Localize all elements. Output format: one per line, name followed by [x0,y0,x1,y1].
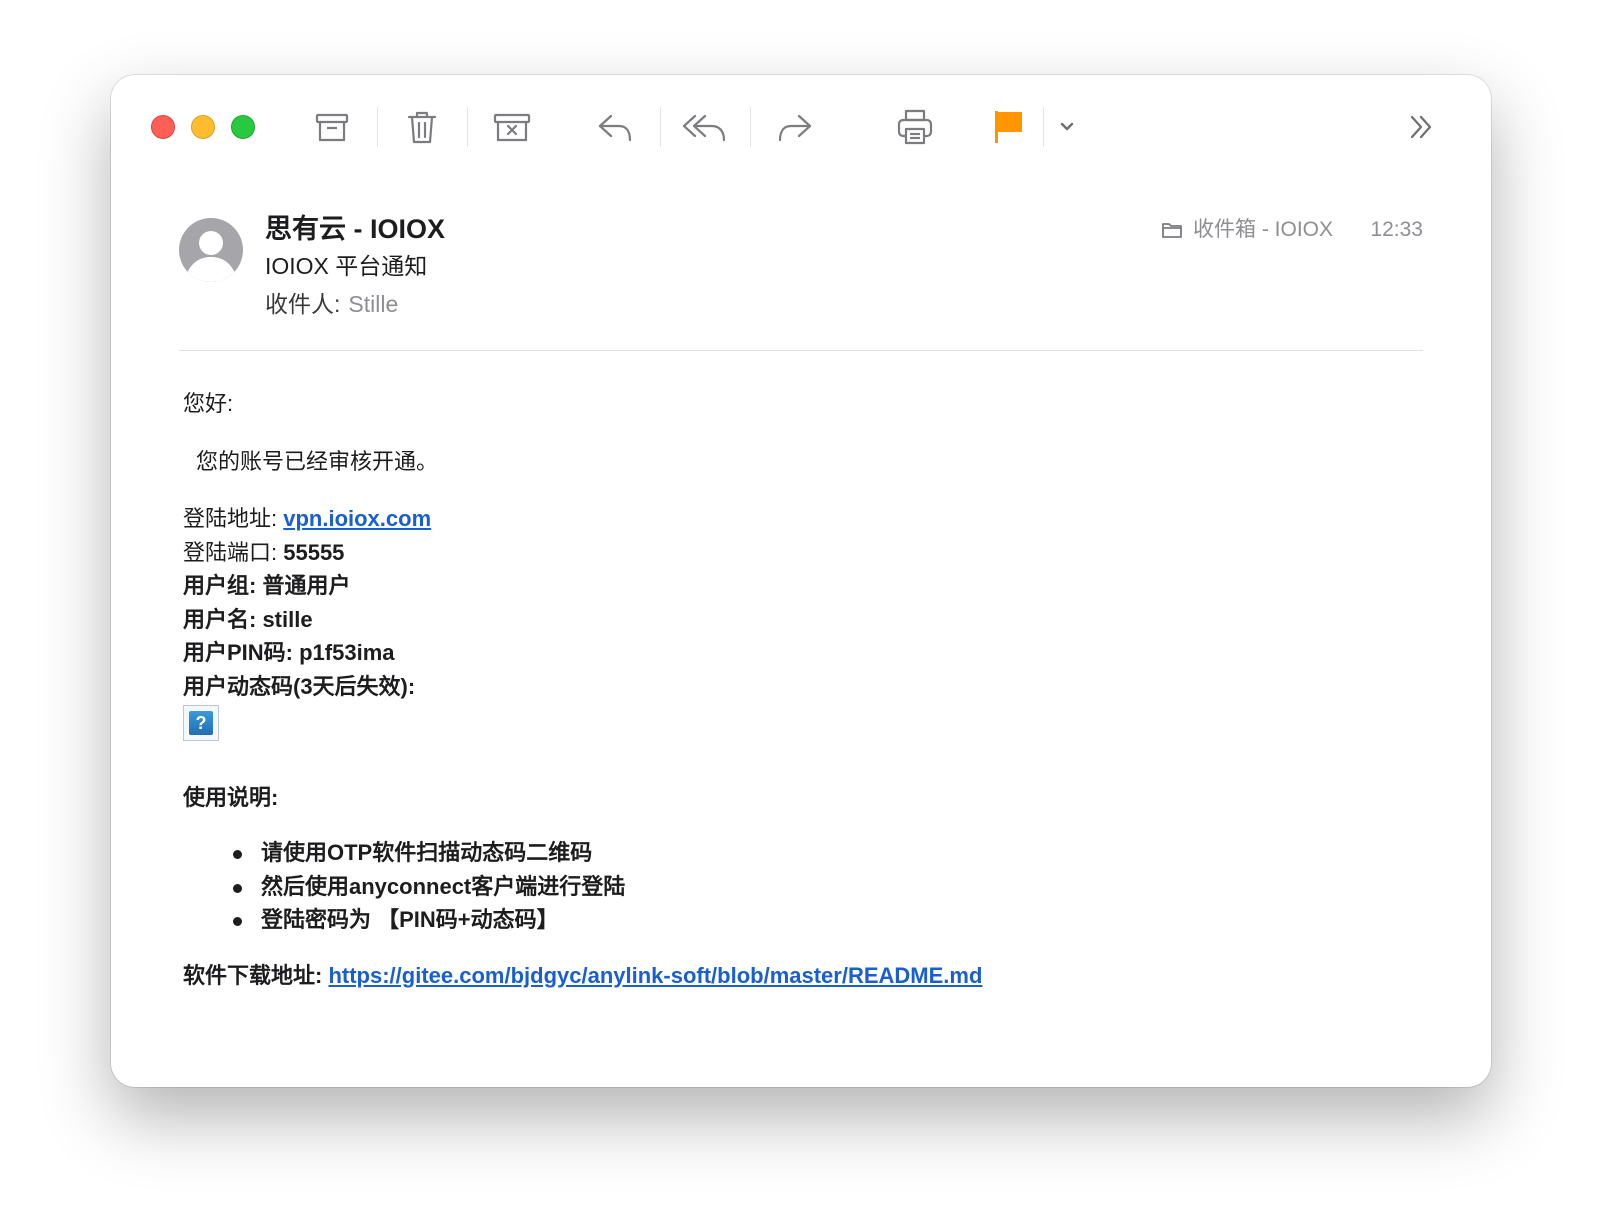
person-icon [187,231,235,282]
toolbar-separator [467,107,468,147]
list-item: 请使用OTP软件扫描动态码二维码 [233,836,1423,870]
toolbar-separator [660,107,661,147]
greeting: 您好: [183,391,234,416]
recipient-label: 收件人: [265,291,341,317]
login-address-label: 登陆地址: [183,506,284,531]
toolbar [111,75,1491,179]
login-port-value: 55555 [283,539,345,565]
otp-qr-line: ? [183,703,1423,751]
login-port-line: 登陆端口: 55555 [183,536,1423,570]
trash-icon [407,111,437,144]
sender-name[interactable]: 思有云 - IOIOX [265,211,445,247]
mail-window: 思有云 - IOIOX IOIOX 平台通知 收件人: Stille 收件箱 - … [111,75,1491,1087]
usage-title: 使用说明: [183,784,279,810]
received-time: 12:33 [1370,218,1423,241]
download-link[interactable]: https://gitee.com/bjdgyc/anylink-soft/bl… [328,963,982,988]
reply-all-icon [682,114,726,142]
user-pin-line: 用户PIN码: p1f53ima [183,640,395,665]
forward-icon [778,114,812,142]
list-item: 登陆密码为 【PIN码+动态码】 [233,903,1423,937]
otp-label: 用户动态码(3天后失效): [183,673,416,699]
download-label: 软件下载地址: [183,962,329,988]
list-item: 然后使用anyconnect客户端进行登陆 [233,870,1423,904]
close-window-button[interactable] [151,115,175,139]
maximize-window-button[interactable] [231,115,255,139]
mailbox-label: 收件箱 - IOIOX [1161,215,1333,245]
broken-image-glyph: ? [189,711,213,735]
minimize-window-button[interactable] [191,115,215,139]
broken-image-icon[interactable]: ? [183,705,219,741]
login-port-label: 登陆端口: [183,539,284,565]
toolbar-separator [750,107,751,147]
forward-button[interactable] [771,103,819,151]
toolbar-separator [1043,107,1044,147]
delete-button[interactable] [398,103,446,151]
message-body: 您好: 您的账号已经审核开通。 登陆地址: vpn.ioiox.com 登陆端口… [183,387,1423,992]
flag-icon [995,111,1022,143]
subject: IOIOX 平台通知 [265,253,428,279]
flag-menu-button[interactable] [1045,103,1089,151]
flag-button[interactable] [984,103,1032,151]
junk-button[interactable] [488,103,536,151]
reply-icon [598,114,632,142]
username-line: 用户名: stille [183,606,313,632]
recipient-row: 收件人: Stille [265,288,398,320]
download-line: 软件下载地址: https://gitee.com/bjdgyc/anylink… [183,959,1423,993]
reply-all-button[interactable] [681,103,729,151]
archive-button[interactable] [308,103,356,151]
archive-icon [315,113,349,142]
usage-steps: 请使用OTP软件扫描动态码二维码 然后使用anyconnect客户端进行登陆 登… [183,836,1423,937]
login-address-link[interactable]: vpn.ioiox.com [283,506,431,531]
recipient-name[interactable]: Stille [348,291,398,317]
junk-icon [493,113,531,142]
chevron-down-icon [1060,122,1074,131]
double-chevron-right-icon [1410,115,1432,139]
print-button[interactable] [891,103,939,151]
printer-icon [897,109,933,145]
avatar [179,218,243,282]
reply-button[interactable] [591,103,639,151]
mailbox-name: 收件箱 - IOIOX [1192,218,1333,241]
toolbar-separator [377,107,378,147]
user-group-line: 用户组: 普通用户 [183,573,351,598]
more-button[interactable] [1397,103,1445,151]
header-divider [179,350,1423,351]
folder-icon [1162,223,1182,238]
intro-text: 您的账号已经审核开通。 [196,448,439,474]
login-address-line: 登陆地址: vpn.ioiox.com [183,502,1423,536]
